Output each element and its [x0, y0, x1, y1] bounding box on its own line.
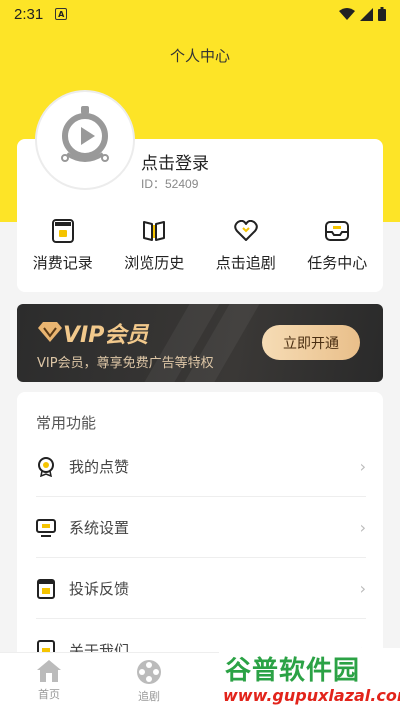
diamond-icon [38, 322, 62, 342]
signal-icon [360, 7, 373, 21]
action-task-center[interactable]: 任务中心 [292, 218, 384, 273]
watermark: 谷普软件园 www.gupuxlazal.com [219, 648, 400, 711]
common-functions-card: 常用功能 我的点赞 › 系统设置 › 投诉反馈 › 关于我们 › [17, 392, 383, 662]
action-follow-drama[interactable]: 点击追剧 [200, 218, 292, 273]
vip-open-button[interactable]: 立即开通 [262, 325, 360, 360]
film-reel-icon [137, 660, 161, 684]
action-label: 点击追剧 [215, 254, 276, 272]
vip-banner[interactable]: VIP会员 VIP会员，尊享免费广告等特权 立即开通 [17, 304, 383, 382]
heart-icon [234, 218, 258, 244]
menu-item-my-likes[interactable]: 我的点赞 › [36, 437, 366, 497]
section-title: 常用功能 [36, 414, 97, 432]
tab-label: 追剧 [138, 690, 160, 703]
monitor-icon [36, 518, 56, 538]
document-icon [36, 578, 56, 599]
vip-description: VIP会员，尊享免费广告等特权 [37, 356, 214, 371]
quick-actions: 消费记录 浏览历史 点击追剧 任务中心 [17, 218, 383, 273]
status-time: 2:31 [14, 5, 44, 23]
video-player-icon [61, 106, 109, 162]
inbox-icon [325, 218, 350, 244]
book-icon [142, 218, 166, 244]
wifi-icon [339, 7, 355, 20]
wallet-icon [51, 218, 74, 244]
avatar[interactable] [35, 90, 135, 190]
watermark-title: 谷普软件园 [225, 656, 361, 686]
menu-item-label: 系统设置 [69, 519, 130, 537]
login-link[interactable]: 点击登录 [141, 149, 209, 174]
menu-item-complaint-feedback[interactable]: 投诉反馈 › [36, 559, 366, 619]
chevron-right-icon: › [359, 457, 366, 476]
tab-follow[interactable]: 追剧 [119, 659, 179, 704]
menu-item-label: 我的点赞 [69, 458, 130, 476]
action-browse-history[interactable]: 浏览历史 [109, 218, 201, 273]
chevron-right-icon: › [359, 579, 366, 598]
action-label: 任务中心 [307, 254, 368, 272]
page-title: 个人中心 [169, 47, 230, 65]
tab-label: 首页 [38, 688, 60, 701]
action-consumption-records[interactable]: 消费记录 [17, 218, 109, 273]
chevron-right-icon: › [359, 518, 366, 537]
menu-item-system-settings[interactable]: 系统设置 › [36, 498, 366, 558]
home-icon [37, 660, 61, 682]
watermark-url: www.gupuxlazal.com [223, 686, 400, 705]
battery-icon [378, 7, 386, 21]
menu-item-label: 投诉反馈 [69, 580, 130, 598]
user-id: ID：52409 [141, 177, 199, 191]
status-bar: 2:31 A [0, 0, 400, 28]
vip-title: VIP会员 [63, 323, 149, 348]
action-label: 消费记录 [32, 254, 93, 272]
notification-a-icon: A [55, 8, 68, 20]
tab-home[interactable]: 首页 [19, 659, 79, 702]
action-label: 浏览历史 [124, 254, 185, 272]
medal-icon [36, 456, 56, 477]
